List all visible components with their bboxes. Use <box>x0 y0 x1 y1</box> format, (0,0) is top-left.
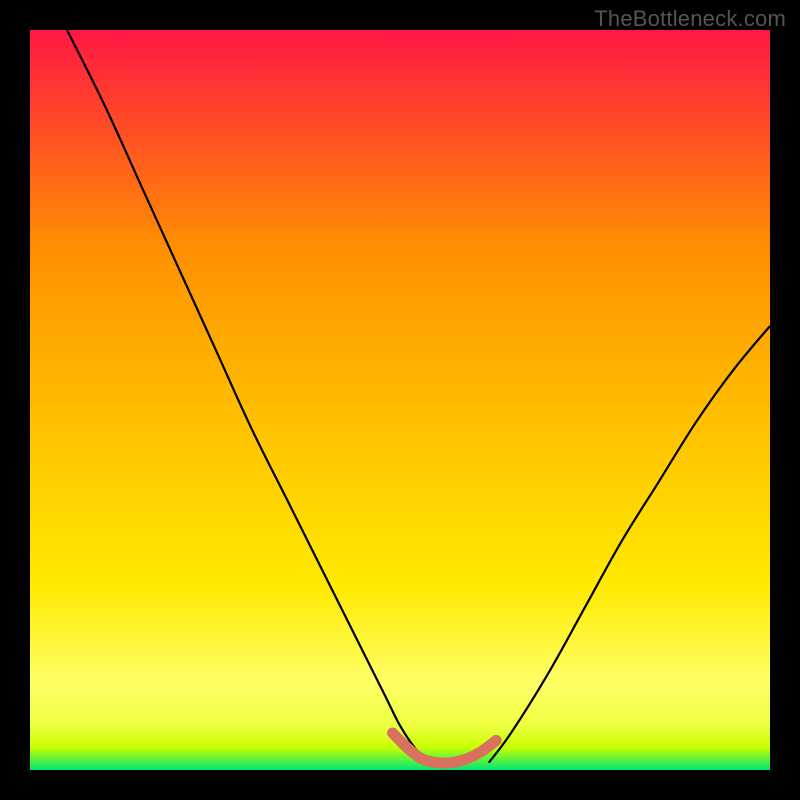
plot-area <box>30 30 770 770</box>
watermark-text: TheBottleneck.com <box>594 6 786 32</box>
bottleneck-chart <box>30 30 770 770</box>
gradient-background <box>30 30 770 770</box>
chart-frame: TheBottleneck.com <box>0 0 800 800</box>
